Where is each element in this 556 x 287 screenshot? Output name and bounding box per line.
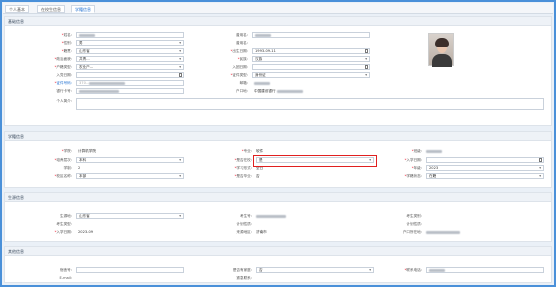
email-label: 邮箱:	[239, 81, 248, 85]
calendar-icon[interactable]	[364, 49, 368, 53]
college-value: 计算机学院	[78, 149, 96, 153]
id-number-field[interactable]: 370...	[76, 80, 184, 86]
campus-select[interactable]: 本部 ▾	[76, 173, 184, 179]
bank-card-field[interactable]	[76, 88, 184, 94]
dorm-field[interactable]	[76, 267, 184, 273]
class-value	[426, 149, 442, 153]
from-label: 来源地区:	[236, 230, 252, 234]
account-label: 户口地:	[236, 89, 248, 93]
nation-label: *籍贯:	[61, 49, 72, 53]
former-name-label: 曾用名:	[236, 33, 248, 37]
exam-type-label: 考生类别:	[406, 214, 422, 218]
contact-label: *联系电话:	[404, 268, 422, 272]
enter-date-label: *入学日期:	[404, 158, 422, 162]
level-label: *培养层次:	[54, 158, 72, 162]
remark-textarea[interactable]	[76, 98, 544, 110]
exam-no-label: 考生号:	[240, 214, 252, 218]
email-value	[254, 81, 270, 85]
length-value: 2	[78, 166, 81, 170]
graduated-value: 否	[256, 174, 260, 178]
ks-type-label: 考生类型:	[56, 222, 72, 226]
at-school-label: *是否在校:	[234, 158, 252, 162]
graduated-label: *是否毕业:	[234, 174, 252, 178]
grade-label: *年级:	[411, 166, 422, 170]
family-select[interactable]: 否 ▾	[256, 267, 374, 273]
college-label: *学院:	[61, 149, 72, 153]
xj-status-select[interactable]: 在籍 ▾	[426, 173, 544, 179]
calendar-icon[interactable]	[178, 73, 182, 77]
ethnic-label-2: 曾用名:	[236, 41, 248, 45]
enroll-date-value: 2023-09	[78, 230, 94, 234]
plan-type-label: 计划性质:	[406, 222, 422, 226]
emergency-label: 紧急联系:	[236, 276, 252, 280]
political-select[interactable]: 共青... ▾	[76, 56, 184, 62]
id-type-select[interactable]: 身份证 ▾	[252, 72, 370, 78]
party-date-label: 入党日期:	[56, 73, 72, 77]
hukou-type-label: *户籍类型:	[54, 65, 72, 69]
gender-select[interactable]: 男 ▾	[76, 40, 184, 46]
dorm-label: 宿舍号:	[60, 268, 72, 272]
party-date-input[interactable]	[76, 72, 184, 78]
tab-personal[interactable]: 个人基本	[5, 5, 29, 13]
join-league-label: 入团日期:	[232, 65, 248, 69]
birth-date-input[interactable]: 1993-09-11	[252, 48, 370, 54]
plan-label: 计划性质:	[236, 222, 252, 226]
enter-date-input[interactable]	[426, 157, 544, 163]
study-type-label: *学习形式:	[234, 166, 252, 170]
enroll-date-label: *入学日期:	[54, 230, 72, 234]
exam-no-value	[256, 214, 286, 218]
account-value: 中国建设银行	[254, 89, 303, 94]
major-value: 软件	[256, 149, 264, 153]
id-number-label: *证件号码:	[54, 81, 72, 85]
nation-select[interactable]: 山东省 ▾	[76, 48, 184, 54]
family-label: 是否有家庭:	[232, 268, 252, 272]
student-photo	[428, 33, 454, 67]
section-title-enroll: 生源信息	[5, 193, 551, 202]
tab-status[interactable]: 学籍信息	[71, 5, 95, 13]
other-info-panel: 其他信息	[4, 246, 552, 283]
remark-label: 个人简介:	[56, 99, 72, 103]
contact-field[interactable]	[426, 267, 544, 273]
ethnic-label: *民族:	[237, 57, 248, 61]
grade-select[interactable]: 2023 ▾	[426, 165, 544, 171]
calendar-icon[interactable]	[538, 158, 542, 162]
section-title-study: 学籍信息	[5, 132, 551, 141]
section-title-basic: 基础信息	[5, 17, 551, 26]
email2-label: E-mail:	[59, 276, 72, 280]
birth-label: *出生日期:	[230, 49, 248, 53]
id-type-label: *证件类型:	[230, 73, 248, 77]
gender-label: *性别:	[61, 41, 72, 45]
calendar-icon[interactable]	[364, 65, 368, 69]
section-title-other: 其他信息	[5, 247, 551, 256]
political-label: *政治面貌:	[54, 57, 72, 61]
bank-card-label: 银行卡号:	[56, 89, 72, 93]
hukou-place-value	[426, 230, 460, 234]
ethnic-select[interactable]: 汉族 ▾	[252, 56, 370, 62]
class-label: *班级:	[411, 149, 422, 153]
hukou-type-select[interactable]: 农业户... ▾	[76, 64, 184, 70]
length-label: 学制:	[63, 166, 72, 170]
major-label: *专业:	[241, 149, 252, 153]
from-value: 济南市	[256, 230, 267, 234]
source-label: 生源地:	[60, 214, 72, 218]
hukou-place-label: 户口所在地:	[402, 230, 422, 234]
source-select[interactable]: 山东省 ▾	[76, 213, 184, 219]
tab-student[interactable]: 在校生信息	[37, 5, 65, 13]
name-field[interactable]	[76, 32, 184, 38]
join-league-date[interactable]	[252, 64, 370, 70]
xj-status-label: *学籍状态:	[404, 174, 422, 178]
level-select[interactable]: 本科 ▾	[76, 157, 184, 163]
tab-bar: 个人基本 在校生信息 学籍信息	[3, 3, 553, 14]
highlight-at-school	[253, 155, 377, 167]
former-name-field[interactable]	[252, 32, 370, 38]
name-label: *姓名:	[61, 33, 72, 37]
campus-label: *校区名称:	[54, 174, 72, 178]
